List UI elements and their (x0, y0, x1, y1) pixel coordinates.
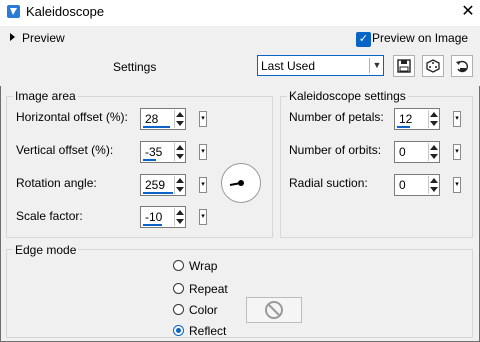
vertical-offset-spinner[interactable] (174, 143, 185, 161)
chevron-down-icon[interactable]: ▼ (369, 58, 384, 73)
radial-suction-field[interactable]: 0 (394, 174, 440, 196)
close-button[interactable]: ✕ (458, 2, 478, 22)
preview-toggle-label[interactable]: Preview (22, 31, 65, 45)
window-title: Kaleidoscope (26, 4, 105, 19)
rotation-angle-spinner[interactable] (174, 176, 185, 194)
edge-mode-wrap-label[interactable]: Wrap (189, 259, 217, 273)
image-area-title: Image area (13, 89, 78, 103)
save-icon (397, 59, 411, 73)
number-of-orbits-randomize-toggle[interactable]: ▾ (453, 144, 461, 160)
preset-dropdown[interactable]: Last Used ▼ (257, 55, 384, 76)
expand-chevron-icon[interactable] (10, 33, 15, 41)
save-preset-button[interactable] (393, 55, 415, 77)
scale-factor-label: Scale factor: (16, 209, 83, 223)
edge-mode-color-radio[interactable] (173, 304, 184, 315)
rotation-angle-field[interactable]: 259 (140, 174, 186, 196)
edge-mode-color-label[interactable]: Color (189, 303, 218, 317)
rotation-angle-value: 259 (145, 178, 166, 192)
number-of-petals-randomize-toggle[interactable]: ▾ (453, 111, 461, 127)
preview-on-image-label[interactable]: Preview on Image (372, 31, 468, 45)
horizontal-offset-spinner[interactable] (174, 110, 185, 128)
kaleidoscope-settings-title: Kaleidoscope settings (287, 89, 408, 103)
rotation-angle-bar (143, 192, 173, 194)
dice-icon (426, 59, 440, 73)
number-of-petals-bar (397, 126, 410, 128)
scale-factor-bar (143, 224, 162, 226)
number-of-petals-value: 12 (399, 112, 413, 126)
vertical-offset-randomize-toggle[interactable]: ▾ (199, 144, 207, 160)
radial-suction-label: Radial suction: (289, 176, 368, 190)
number-of-orbits-label: Number of orbits: (289, 143, 382, 157)
edge-mode-reflect-label[interactable]: Reflect (189, 324, 226, 338)
vertical-offset-value: -35 (145, 145, 163, 159)
vertical-offset-label: Vertical offset (%): (16, 143, 114, 157)
radial-suction-value: 0 (399, 178, 406, 192)
number-of-petals-spinner[interactable] (428, 110, 439, 128)
horizontal-offset-value: 28 (145, 112, 159, 126)
reset-icon (456, 60, 468, 73)
horizontal-offset-field[interactable]: 28 (140, 108, 186, 130)
app-icon (7, 5, 20, 18)
scale-factor-value: -10 (145, 210, 163, 224)
number-of-orbits-field[interactable]: 0 (394, 141, 440, 163)
edge-color-swatch[interactable] (246, 297, 302, 323)
edge-mode-title: Edge mode (13, 243, 79, 257)
preview-on-image-checkbox[interactable]: ✓ (356, 32, 371, 47)
horizontal-offset-bar (143, 126, 170, 128)
title-bar: Kaleidoscope ✕ (0, 0, 480, 26)
radial-suction-spinner[interactable] (428, 176, 439, 194)
vertical-offset-field[interactable]: -35 (140, 141, 186, 163)
edge-mode-repeat-label[interactable]: Repeat (189, 282, 228, 296)
vertical-offset-bar (143, 159, 156, 161)
edge-mode-reflect-radio[interactable] (173, 325, 184, 336)
scale-factor-randomize-toggle[interactable]: ▾ (199, 209, 207, 225)
edge-mode-group (6, 249, 473, 338)
number-of-petals-field[interactable]: 12 (394, 108, 440, 130)
rotation-angle-label: Rotation angle: (16, 176, 97, 190)
radial-suction-randomize-toggle[interactable]: ▾ (453, 177, 461, 193)
edge-mode-wrap-radio[interactable] (173, 260, 184, 271)
randomize-button[interactable] (422, 55, 444, 77)
rotation-angle-randomize-toggle[interactable]: ▾ (199, 177, 207, 193)
horizontal-offset-label: Horizontal offset (%): (16, 110, 128, 124)
scale-factor-spinner[interactable] (174, 208, 185, 226)
rotation-dial-needle-icon (229, 180, 244, 186)
preset-value: Last Used (261, 59, 316, 73)
disabled-icon (265, 301, 283, 319)
reset-button[interactable] (451, 55, 473, 77)
number-of-orbits-spinner[interactable] (428, 143, 439, 161)
horizontal-offset-randomize-toggle[interactable]: ▾ (199, 111, 207, 127)
scale-factor-field[interactable]: -10 (140, 206, 186, 228)
settings-label: Settings (113, 60, 157, 74)
edge-mode-repeat-radio[interactable] (173, 283, 184, 294)
rotation-dial[interactable] (221, 163, 261, 203)
number-of-petals-label: Number of petals: (289, 110, 384, 124)
number-of-orbits-value: 0 (399, 145, 406, 159)
